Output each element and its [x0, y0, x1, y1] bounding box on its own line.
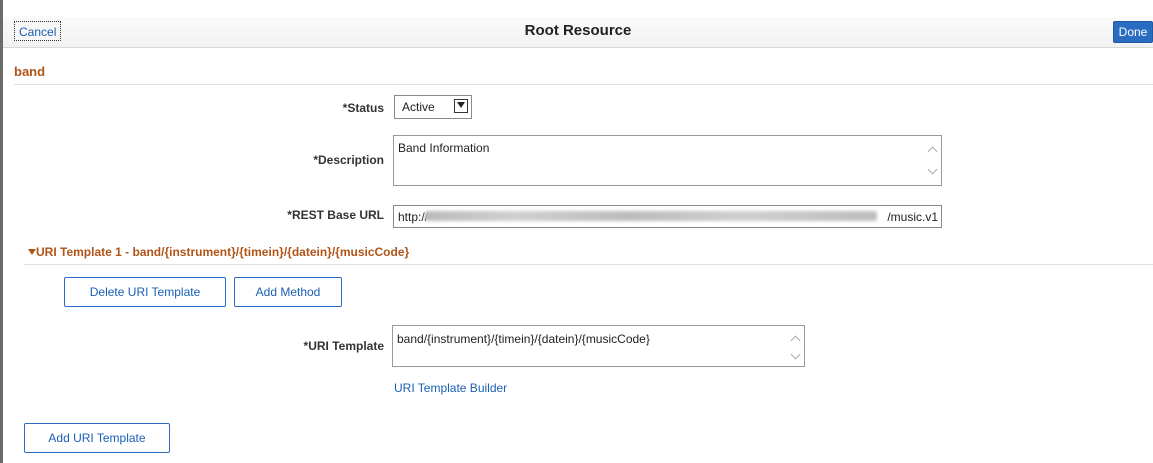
- delete-uri-template-button[interactable]: Delete URI Template: [64, 277, 226, 307]
- rest-base-url-field[interactable]: http:// /music.v1: [393, 205, 942, 228]
- status-label: *Status: [342, 101, 384, 115]
- done-button[interactable]: Done: [1113, 21, 1153, 43]
- collapse-caret-icon[interactable]: [28, 249, 36, 255]
- uri-template-builder-link[interactable]: URI Template Builder: [394, 381, 507, 395]
- page-title: Root Resource: [524, 22, 632, 39]
- scroll-up-icon[interactable]: [791, 334, 800, 343]
- uri-template-label: *URI Template: [303, 339, 384, 353]
- description-field[interactable]: Band Information: [393, 135, 942, 186]
- uri-section-divider: [24, 264, 1153, 265]
- add-method-button[interactable]: Add Method: [234, 277, 342, 307]
- status-select[interactable]: Active: [394, 95, 472, 119]
- rest-base-url-prefix: http://: [398, 210, 429, 224]
- uri-template-value: band/{instrument}/{timein}/{datein}/{mus…: [397, 332, 650, 346]
- scroll-down-icon[interactable]: [928, 167, 937, 176]
- scroll-up-icon[interactable]: [928, 145, 937, 154]
- chevron-down-icon[interactable]: [454, 99, 468, 113]
- redacted-host: [425, 211, 877, 221]
- section-divider: [14, 84, 1153, 85]
- scroll-down-icon[interactable]: [791, 352, 800, 361]
- rest-base-url-suffix: /music.v1: [887, 210, 938, 224]
- description-value: Band Information: [398, 141, 490, 155]
- add-uri-template-button[interactable]: Add URI Template: [24, 423, 170, 453]
- resource-name: band: [14, 64, 46, 79]
- header-bar: Cancel Root Resource Done: [3, 17, 1153, 48]
- uri-template-field[interactable]: band/{instrument}/{timein}/{datein}/{mus…: [392, 325, 805, 367]
- rest-base-url-label: *REST Base URL: [287, 208, 384, 222]
- status-value: Active: [402, 100, 435, 114]
- description-label: *Description: [313, 153, 384, 167]
- uri-template-section-title[interactable]: URI Template 1 - band/{instrument}/{time…: [36, 245, 409, 259]
- page-frame: [0, 0, 1153, 463]
